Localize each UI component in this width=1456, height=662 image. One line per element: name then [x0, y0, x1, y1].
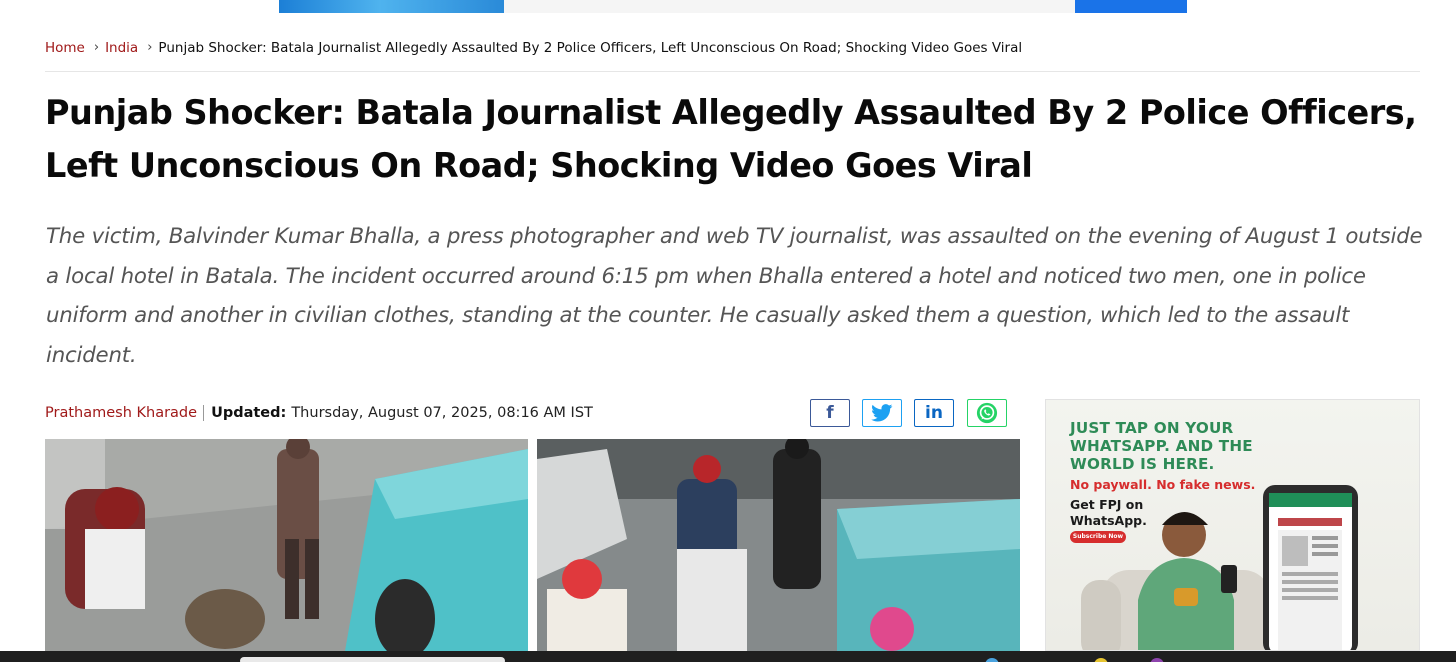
share-linkedin-button[interactable]: in: [914, 399, 954, 427]
breadcrumb-india[interactable]: India: [105, 40, 138, 56]
bottom-bar-dot: [1094, 658, 1108, 662]
bottom-bar-dot: [985, 658, 999, 662]
article-headline: Punjab Shocker: Batala Journalist Allege…: [45, 93, 1417, 185]
whatsapp-icon: [976, 402, 998, 424]
ad-subscribe-button[interactable]: Subscribe Now: [1070, 531, 1126, 543]
linkedin-icon: in: [925, 402, 943, 423]
article-summary: The victim, Balvinder Kumar Bhalla, a pr…: [46, 224, 1423, 368]
cctv-frame-right: [537, 439, 1020, 651]
whatsapp-promo-ad[interactable]: JUST TAP ON YOUR WHATSAPP. AND THE WORLD…: [1045, 399, 1420, 651]
ad-headline: JUST TAP ON YOUR WHATSAPP. AND THE WORLD…: [1070, 419, 1253, 473]
facebook-icon: f: [826, 402, 834, 423]
ad-cta-text: Get FPJ on WhatsApp.: [1070, 497, 1147, 528]
browser-bottom-bar: [0, 651, 1456, 662]
article-image-left[interactable]: [45, 439, 528, 651]
article-byline: Prathamesh Kharade Updated: Thursday, Au…: [45, 401, 593, 425]
breadcrumb-home[interactable]: Home: [45, 40, 85, 56]
cctv-frame-left: [45, 439, 528, 651]
breadcrumb: Home › India › Punjab Shocker: Batala Jo…: [45, 40, 1420, 72]
chevron-right-icon: ›: [93, 40, 100, 55]
chevron-right-icon: ›: [147, 40, 153, 55]
bottom-bar-pill: [240, 657, 505, 662]
article-image-right[interactable]: [537, 439, 1020, 651]
bottom-bar-dot: [1150, 658, 1164, 662]
ad-tagline: No paywall. No fake news.: [1070, 477, 1256, 492]
updated-timestamp: Thursday, August 07, 2025, 08:16 AM IST: [291, 405, 593, 421]
top-ad-image: [279, 0, 504, 13]
share-facebook-button[interactable]: f: [810, 399, 850, 427]
top-ad-banner[interactable]: [279, 0, 1187, 13]
twitter-icon: [871, 404, 893, 422]
share-whatsapp-button[interactable]: [967, 399, 1007, 427]
author-link[interactable]: Prathamesh Kharade: [45, 405, 205, 421]
share-twitter-button[interactable]: [862, 399, 902, 427]
top-ad-button[interactable]: [1075, 0, 1187, 13]
updated-label: Updated:: [211, 405, 287, 421]
breadcrumb-current: Punjab Shocker: Batala Journalist Allege…: [158, 40, 1023, 56]
